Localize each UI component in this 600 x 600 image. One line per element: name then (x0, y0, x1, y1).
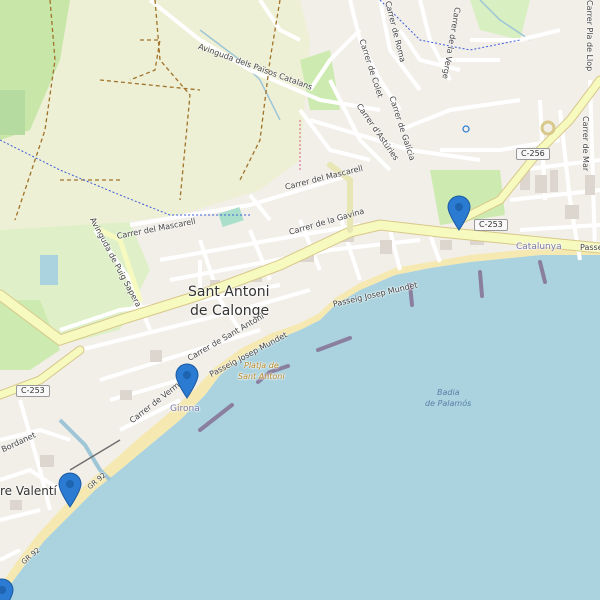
beach-label-line2: Sant Antoni (238, 372, 285, 381)
location-marker-3[interactable] (58, 472, 82, 508)
bay-label-line1: Badia (437, 388, 460, 397)
bay-label-line2: de Palamós (425, 399, 472, 408)
map-canvas[interactable]: C-253 C-253 C-256 GR 92 GR 92 Sant Anton… (0, 0, 600, 600)
road-shield-c253-left: C-253 (16, 385, 50, 397)
location-marker-4[interactable] (0, 578, 14, 600)
beach-label-line1: Platja de (244, 361, 279, 370)
road-shield-c256: C-256 (516, 148, 550, 160)
street-label-mar: Carrer de Mar (581, 116, 590, 172)
location-marker-1[interactable] (447, 195, 471, 231)
street-label-passeig-right: Passeig (580, 243, 600, 252)
location-marker-2[interactable] (175, 363, 199, 399)
street-label-pla-llop: Carrer Pla de Llop (585, 0, 594, 72)
region-label-catalunya: Catalunya (516, 242, 562, 252)
road-shield-c253-right: C-253 (474, 219, 508, 231)
city-label-line1: Sant Antoni (188, 284, 270, 300)
town-label-partial: re Valentí (0, 484, 57, 498)
region-label-girona: Girona (170, 404, 200, 414)
map-base (0, 0, 600, 600)
